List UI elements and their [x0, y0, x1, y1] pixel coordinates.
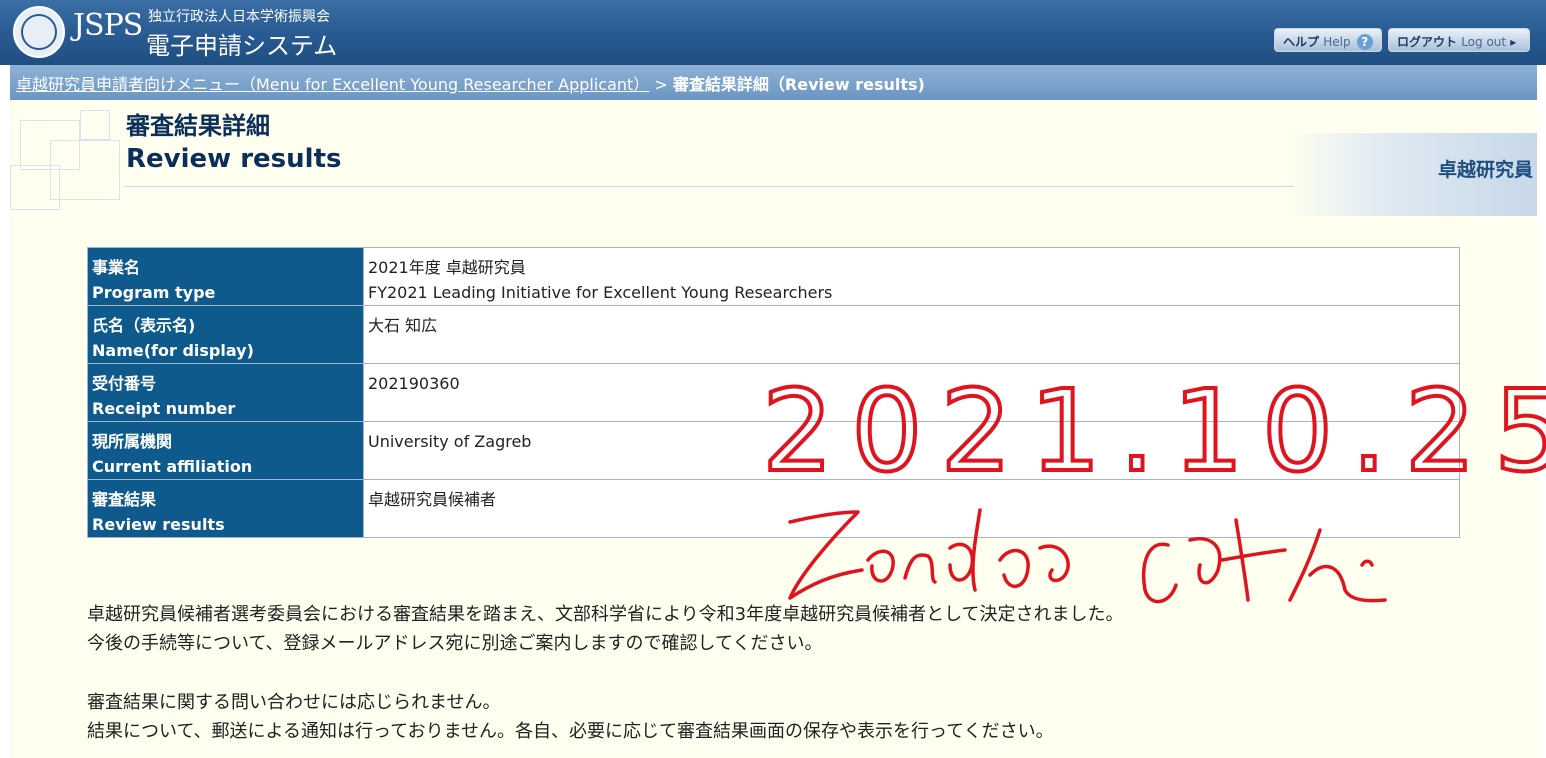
info-value-ja: 202190360 — [368, 374, 460, 393]
info-label-ja: 受付番号 — [92, 374, 157, 393]
info-label-ja: 現所属機関 — [92, 432, 173, 451]
info-value-ja: University of Zagreb — [368, 432, 532, 451]
info-row: 審査結果 Review results 卓越研究員候補者 — [87, 479, 1460, 538]
note-line: 結果について、郵送による通知は行っておりません。各自、必要に応じて審査結果画面の… — [87, 721, 1054, 742]
info-label-en: Program type — [92, 283, 216, 302]
note-line: 今後の手続等について、登録メールアドレス宛に別途ご案内しますので確認してください… — [87, 633, 823, 654]
info-label-en: Current affiliation — [92, 457, 253, 476]
review-info-table: 事業名 Program type 2021年度 卓越研究員 FY2021 Leadin… — [87, 247, 1460, 538]
info-label: 現所属機関 Current affiliation — [87, 421, 364, 480]
help-question-icon: ? — [1356, 34, 1373, 50]
breadcrumb-current: 審査結果詳細（Review results) — [672, 75, 925, 94]
system-name: 電子申請システム — [146, 32, 338, 60]
info-value: University of Zagreb — [363, 421, 1460, 480]
info-row: 事業名 Program type 2021年度 卓越研究員 FY2021 Leadin… — [87, 247, 1460, 306]
info-row: 受付番号 Receipt number 202190360 — [87, 363, 1460, 422]
info-row: 氏名（表示名) Name(for display) 大石 知広 — [87, 305, 1460, 364]
title-divider — [124, 186, 1294, 187]
app-header: JSPS 独立行政法人日本学術振興会 電子申請システム ヘルプ Help ? ロ… — [0, 0, 1546, 65]
info-value: 卓越研究員候補者 — [363, 479, 1460, 538]
help-label-ja: ヘルプ — [1283, 35, 1320, 49]
logout-button[interactable]: ログアウト Log out ▸ — [1388, 28, 1530, 52]
logout-arrow-icon: ▸ — [1510, 35, 1517, 49]
help-label-en: Help — [1323, 35, 1351, 49]
info-value: 大石 知広 — [363, 305, 1460, 364]
info-label-en: Receipt number — [92, 399, 236, 418]
jsps-seal-logo-icon — [13, 6, 65, 58]
breadcrumb: 卓越研究員申請者向けメニュー（Menu for Excellent Young … — [10, 65, 1537, 100]
info-label-ja: 事業名 — [92, 258, 141, 277]
info-label: 氏名（表示名) Name(for display) — [87, 305, 364, 364]
info-value-ja: 大石 知広 — [368, 316, 438, 335]
logout-label-ja: ログアウト — [1397, 35, 1458, 49]
breadcrumb-separator: > — [654, 75, 668, 94]
info-label-ja: 審査結果 — [92, 490, 157, 509]
info-label: 受付番号 Receipt number — [87, 363, 364, 422]
program-badge-label: 卓越研究員 — [1437, 159, 1533, 181]
note-line: 審査結果に関する問い合わせには応じられません。 — [87, 692, 501, 713]
logout-label-en: Log out — [1461, 35, 1507, 49]
info-row: 現所属機関 Current affiliation University of Za… — [87, 421, 1460, 480]
info-value-en: FY2021 Leading Initiative for Excellent … — [368, 283, 833, 302]
info-value: 202190360 — [363, 363, 1460, 422]
info-value-ja: 2021年度 卓越研究員 — [368, 258, 526, 277]
info-value: 2021年度 卓越研究員 FY2021 Leading Initiative fo… — [363, 247, 1460, 306]
org-name: 独立行政法人日本学術振興会 — [148, 9, 330, 25]
breadcrumb-link-menu[interactable]: 卓越研究員申請者向けメニュー（Menu for Excellent Young … — [16, 75, 649, 94]
info-label-en: Name(for display) — [92, 341, 254, 360]
program-badge-banner: 卓越研究員 — [1287, 133, 1537, 216]
note-line: 卓越研究員候補者選考委員会における審査結果を踏まえ、文部科学省により令和3年度卓… — [87, 604, 1124, 625]
page-title-ja: 審査結果詳細 — [126, 112, 270, 140]
help-button[interactable]: ヘルプ Help ? — [1274, 28, 1382, 52]
jsps-logo-text: JSPS — [73, 8, 143, 43]
decorative-grid-pattern — [10, 110, 122, 218]
review-notes: 卓越研究員候補者選考委員会における審査結果を踏まえ、文部科学省により令和3年度卓… — [87, 600, 1124, 746]
info-label: 審査結果 Review results — [87, 479, 364, 538]
info-label: 事業名 Program type — [87, 247, 364, 306]
info-label-ja: 氏名（表示名) — [92, 316, 196, 335]
info-value-ja: 卓越研究員候補者 — [368, 490, 497, 509]
main-content: 卓越研究員 審査結果詳細 Review results 事業名 Program t… — [10, 100, 1537, 758]
info-label-en: Review results — [92, 515, 225, 534]
page-title-en: Review results — [126, 144, 342, 174]
